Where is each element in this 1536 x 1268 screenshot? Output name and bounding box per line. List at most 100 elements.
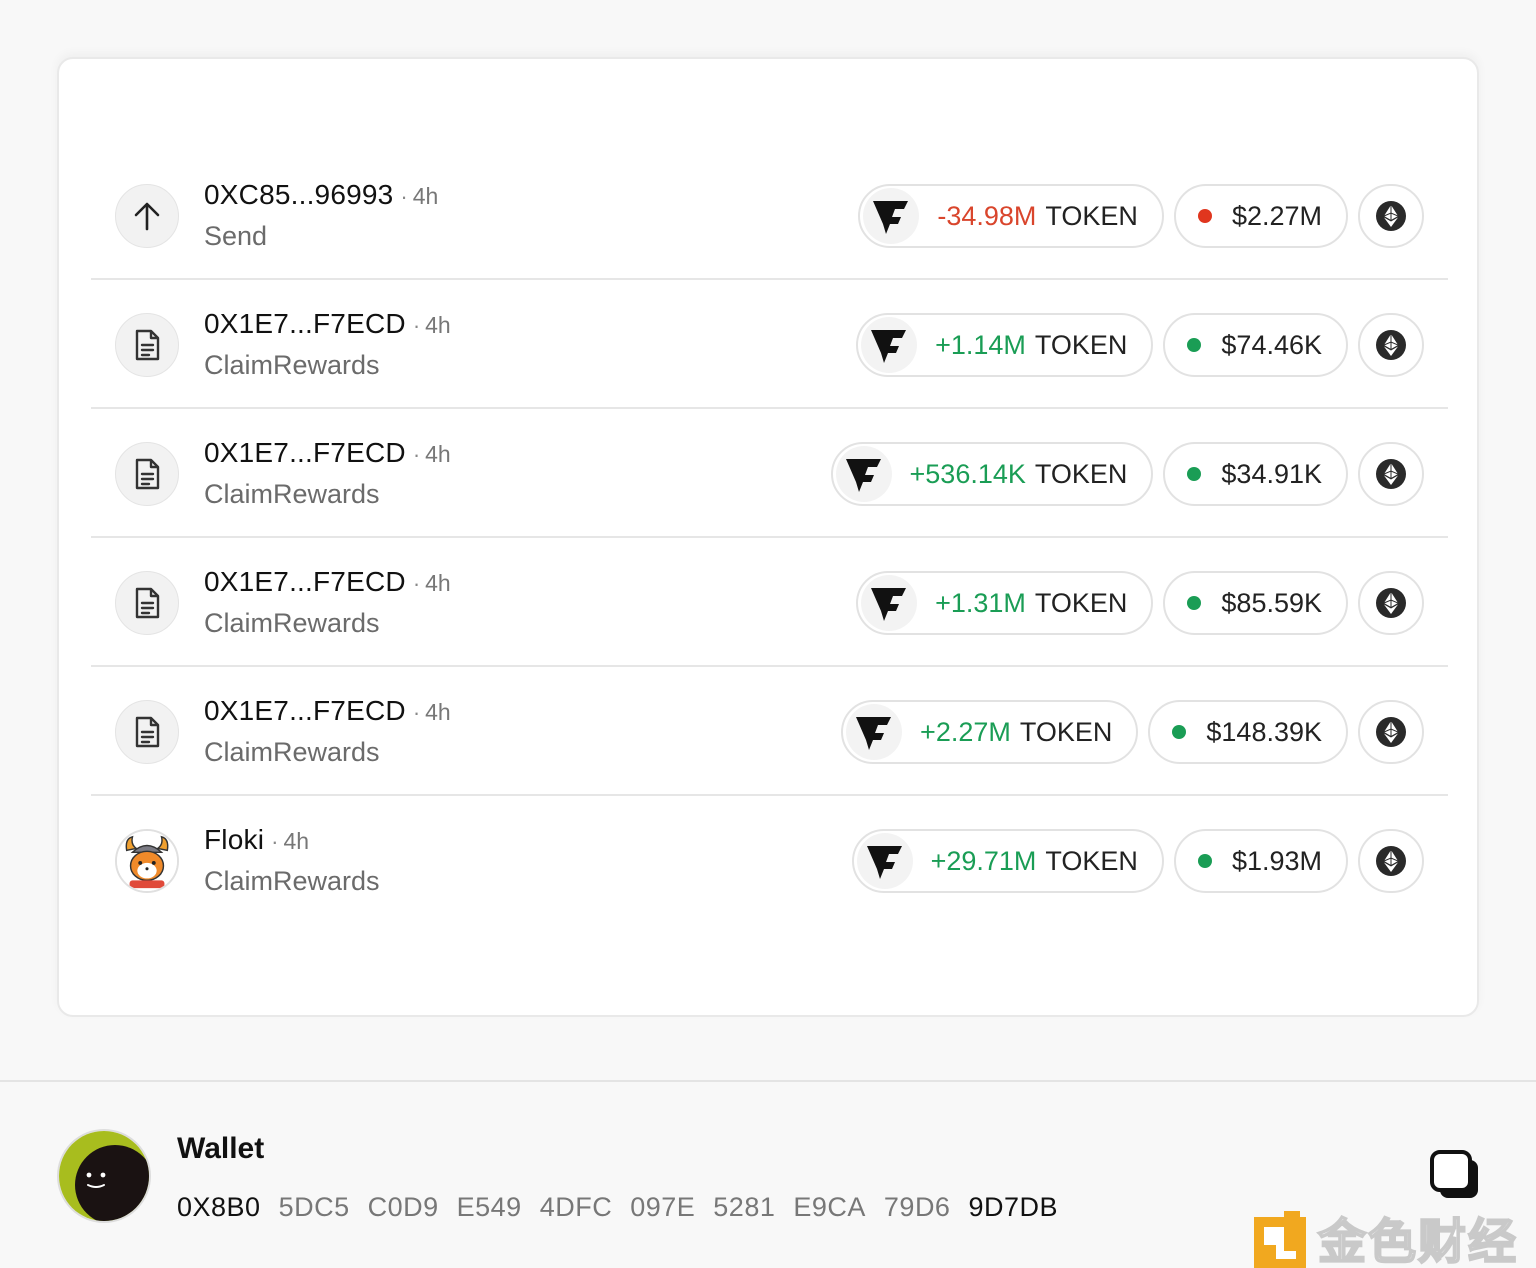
transaction-pills: +2.27M TOKEN $148.39K: [841, 700, 1424, 764]
transaction-row[interactable]: 0XC85...96993 · 4h Send -34.98M TOKEN $2…: [91, 151, 1448, 280]
usd-value: $1.93M: [1231, 845, 1322, 876]
token-logo-icon: [863, 188, 920, 244]
wallet-address-group: 5281: [713, 1192, 776, 1222]
usd-value-pill[interactable]: $74.46K: [1163, 313, 1348, 377]
transaction-info: 0X1E7...F7ECD · 4h ClaimRewards: [204, 308, 451, 381]
separator-dot: ·: [412, 700, 421, 725]
transaction-action: ClaimRewards: [204, 479, 380, 509]
token-symbol: TOKEN: [1019, 716, 1113, 747]
transaction-age: 4h: [283, 828, 310, 854]
usd-value-pill[interactable]: $2.27M: [1173, 184, 1348, 248]
transaction-row[interactable]: 0X1E7...F7ECD · 4h ClaimRewards +536.14K…: [91, 409, 1448, 538]
copy-icon[interactable]: [1428, 1148, 1482, 1202]
separator-dot: ·: [412, 571, 421, 596]
wallet-address-group: 097E: [630, 1192, 696, 1222]
token-amount: -34.98M: [937, 200, 1037, 231]
wallet-address-group: E9CA: [793, 1192, 866, 1222]
wallet-address-group: C0D9: [367, 1192, 439, 1222]
transaction-action: ClaimRewards: [204, 608, 380, 638]
usd-value: $2.27M: [1231, 200, 1322, 231]
status-dot-icon: [1187, 596, 1202, 610]
chain-pill[interactable]: [1358, 829, 1424, 893]
transaction-action: ClaimRewards: [204, 866, 380, 896]
status-dot-icon: [1172, 725, 1187, 739]
wallet-address-group: 4DFC: [539, 1192, 613, 1222]
token-logo-icon: [846, 704, 903, 760]
token-logo-icon: [835, 446, 892, 502]
counterparty-address[interactable]: Floki: [204, 824, 264, 856]
token-amount-pill[interactable]: +536.14K TOKEN: [830, 442, 1154, 506]
token-amount-pill[interactable]: +1.14M TOKEN: [856, 313, 1154, 377]
transaction-pills: +1.14M TOKEN $74.46K: [856, 313, 1424, 377]
usd-value-pill[interactable]: $85.59K: [1163, 571, 1348, 635]
token-amount-pill[interactable]: +1.31M TOKEN: [856, 571, 1154, 635]
transaction-info: 0X1E7...F7ECD · 4h ClaimRewards: [204, 695, 451, 768]
usd-value: $74.46K: [1221, 329, 1322, 360]
counterparty-address[interactable]: 0XC85...96993: [204, 179, 393, 211]
counterparty-address[interactable]: 0X1E7...F7ECD: [204, 695, 406, 727]
transaction-age: 4h: [425, 570, 451, 596]
status-dot-icon: [1187, 338, 1202, 352]
wallet-address-group: 9D7DB: [968, 1192, 1058, 1222]
transaction-pills: +536.14K TOKEN $34.91K: [830, 442, 1424, 506]
usd-value-pill[interactable]: $1.93M: [1173, 829, 1348, 893]
chain-pill[interactable]: [1358, 184, 1424, 248]
transactions-card: 0XC85...96993 · 4h Send -34.98M TOKEN $2…: [57, 57, 1479, 1017]
transaction-age: 4h: [425, 699, 451, 725]
watermark-text: 金色财经: [1317, 1213, 1519, 1268]
transaction-row[interactable]: 0X1E7...F7ECD · 4h ClaimRewards +2.27M T…: [91, 667, 1448, 796]
usd-value-pill[interactable]: $148.39K: [1148, 700, 1348, 764]
watermark-logo-icon: [1254, 1211, 1306, 1268]
token-logo-icon: [856, 833, 913, 889]
document-icon: [115, 571, 179, 635]
usd-value-pill[interactable]: $34.91K: [1163, 442, 1348, 506]
transaction-row[interactable]: 0X1E7...F7ECD · 4h ClaimRewards +1.14M T…: [91, 280, 1448, 409]
document-icon: [115, 442, 179, 506]
wallet-address-group: E549: [456, 1192, 522, 1222]
transaction-age: 4h: [425, 441, 451, 467]
token-logo-icon: [861, 317, 918, 373]
token-symbol: TOKEN: [1045, 845, 1138, 876]
status-dot-icon: [1197, 854, 1212, 868]
transaction-info: 0X1E7...F7ECD · 4h ClaimRewards: [204, 566, 451, 639]
token-amount: +1.31M: [935, 587, 1026, 618]
separator-dot: ·: [412, 313, 421, 338]
wallet-title: Wallet: [177, 1132, 265, 1165]
token-symbol: TOKEN: [1045, 200, 1138, 231]
transaction-info: Floki · 4h ClaimRewards: [204, 824, 380, 897]
token-amount: +2.27M: [920, 716, 1011, 747]
ethereum-icon: [1376, 588, 1406, 618]
chain-pill[interactable]: [1358, 313, 1424, 377]
counterparty-address[interactable]: 0X1E7...F7ECD: [204, 566, 406, 598]
usd-value: $34.91K: [1221, 458, 1322, 489]
token-amount-pill[interactable]: +2.27M TOKEN: [841, 700, 1139, 764]
floki-avatar-icon: [115, 829, 179, 893]
ethereum-icon: [1376, 201, 1406, 231]
transaction-age: 4h: [412, 183, 439, 209]
token-amount-pill[interactable]: +29.71M TOKEN: [851, 829, 1164, 893]
transaction-action: ClaimRewards: [204, 737, 380, 767]
separator-dot: ·: [400, 184, 408, 209]
transaction-list: 0XC85...96993 · 4h Send -34.98M TOKEN $2…: [91, 151, 1448, 925]
separator-dot: ·: [412, 442, 421, 467]
wallet-avatar[interactable]: [57, 1129, 151, 1223]
wallet-address[interactable]: 0X8B0 5DC5 C0D9 E549 4DFC 097E 5281 E9CA 79D6 9D7…: [177, 1192, 1058, 1223]
chain-pill[interactable]: [1358, 442, 1424, 506]
counterparty-address[interactable]: 0X1E7...F7ECD: [204, 437, 406, 469]
wallet-address-group: 5DC5: [278, 1192, 350, 1222]
token-amount-pill[interactable]: -34.98M TOKEN: [858, 184, 1164, 248]
token-logo-icon: [861, 575, 918, 631]
status-dot-icon: [1197, 209, 1212, 223]
ethereum-icon: [1376, 846, 1406, 876]
ethereum-icon: [1376, 330, 1406, 360]
transaction-action: ClaimRewards: [204, 350, 380, 380]
document-icon: [115, 313, 179, 377]
counterparty-address[interactable]: 0X1E7...F7ECD: [204, 308, 406, 340]
chain-pill[interactable]: [1358, 571, 1424, 635]
transaction-row[interactable]: Floki · 4h ClaimRewards +29.71M TOKEN $1…: [91, 796, 1448, 925]
transaction-row[interactable]: 0X1E7...F7ECD · 4h ClaimRewards +1.31M T…: [91, 538, 1448, 667]
usd-value: $148.39K: [1206, 716, 1322, 747]
status-dot-icon: [1187, 467, 1202, 481]
ethereum-icon: [1376, 717, 1406, 747]
chain-pill[interactable]: [1358, 700, 1424, 764]
